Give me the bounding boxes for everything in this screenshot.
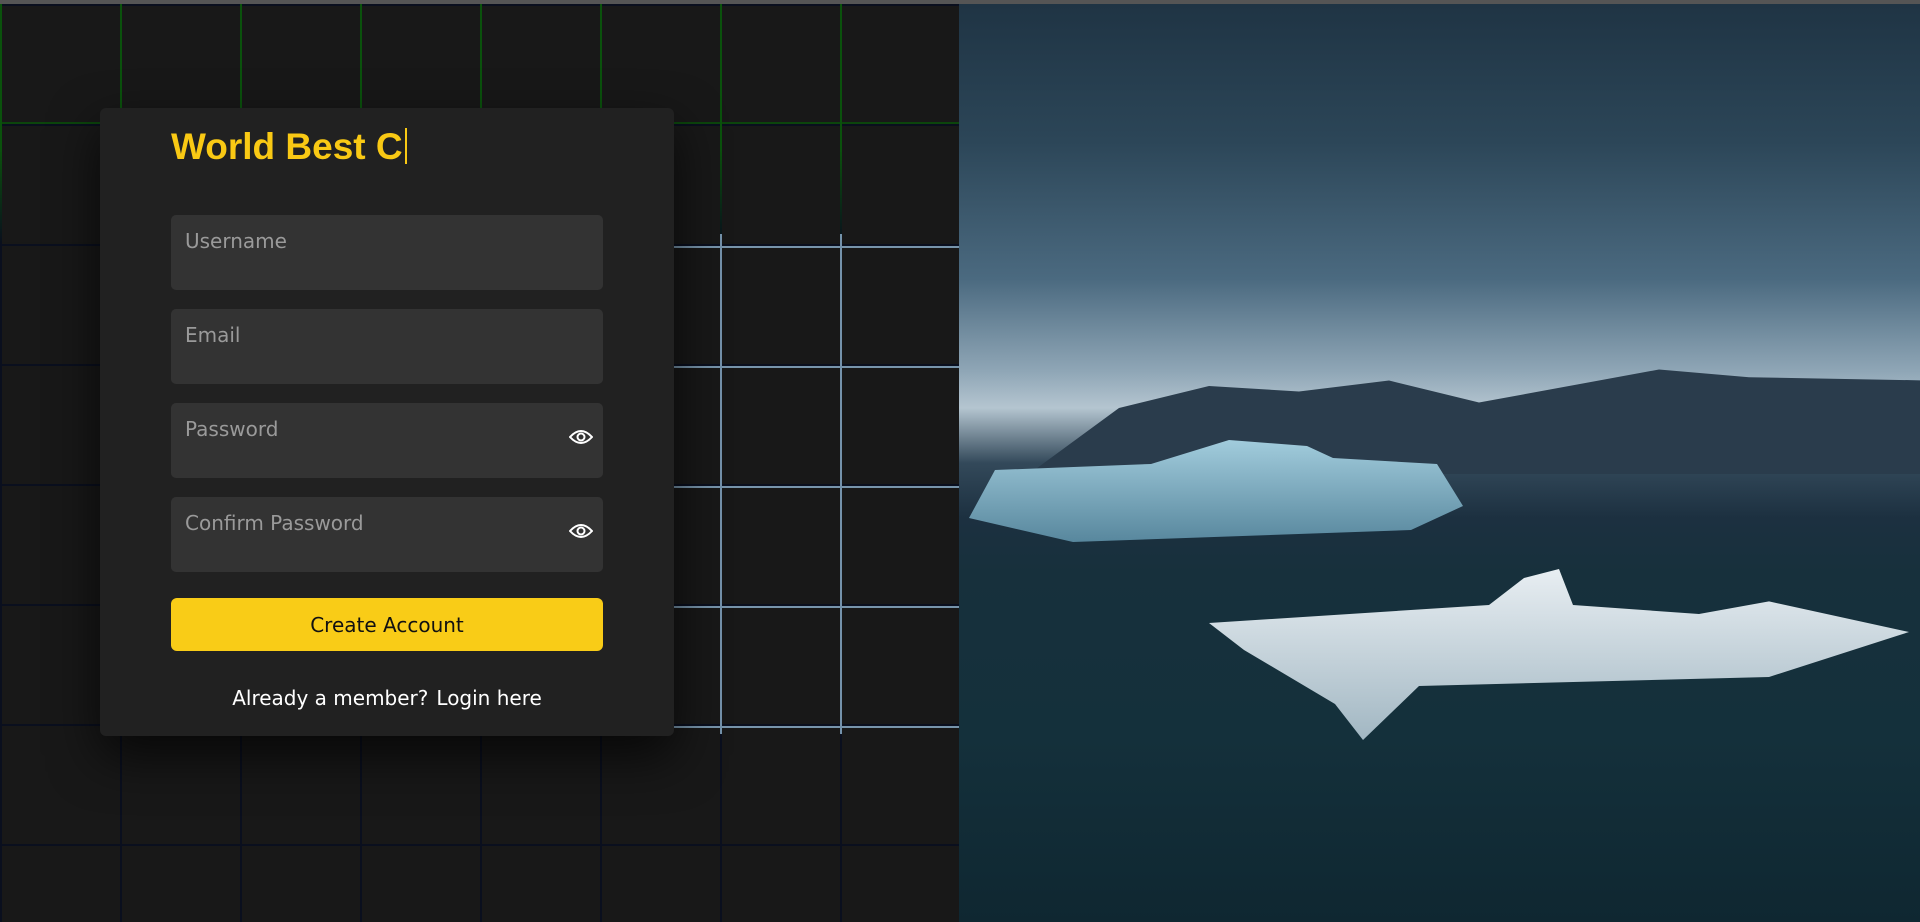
confirm-password-field [171, 497, 603, 572]
login-prompt: Already a member? Login here [100, 686, 674, 710]
brand-title: World Best C [171, 126, 407, 168]
login-prompt-text: Already a member? [232, 686, 429, 710]
signup-card: World Best C Create Account Already a me… [100, 108, 674, 736]
username-input[interactable] [171, 215, 603, 290]
confirm-password-input[interactable] [171, 497, 603, 572]
hero-image-glacier-lagoon [959, 4, 1920, 922]
password-input[interactable] [171, 403, 603, 478]
login-link[interactable]: Login here [436, 686, 541, 710]
brand-title-text: World Best C [171, 126, 403, 167]
username-field [171, 215, 603, 290]
eye-icon[interactable] [569, 427, 593, 447]
password-field [171, 403, 603, 478]
left-panel: World Best C Create Account Already a me… [0, 4, 959, 922]
email-field [171, 309, 603, 384]
email-input[interactable] [171, 309, 603, 384]
eye-icon[interactable] [569, 521, 593, 541]
iceberg [1209, 569, 1909, 740]
typing-caret [404, 128, 407, 164]
mountains [1029, 369, 1920, 474]
create-account-button[interactable]: Create Account [171, 598, 603, 651]
